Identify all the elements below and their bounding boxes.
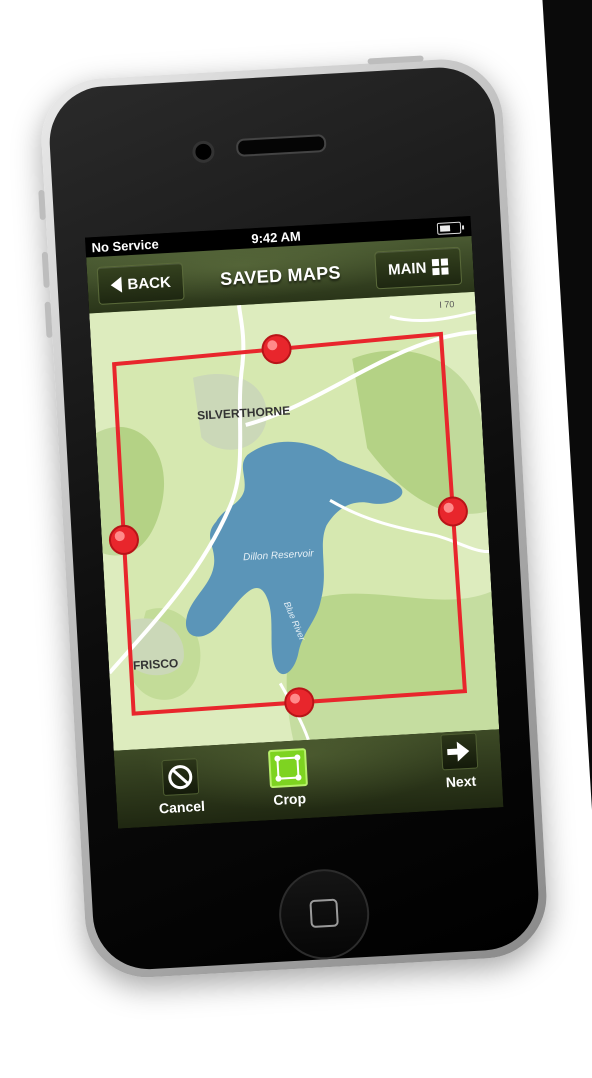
volume-down-button <box>44 301 53 338</box>
volume-up-button <box>41 251 50 288</box>
cancel-button[interactable]: Cancel <box>144 757 217 817</box>
map-canvas: SILVERTHORNE FRISCO Dillon Reservoir Blu… <box>89 291 500 751</box>
crop-handle-bottom[interactable] <box>284 687 315 718</box>
front-camera <box>191 140 216 164</box>
main-label: MAIN <box>387 259 427 279</box>
map-label-frisco: FRISCO <box>133 656 179 673</box>
power-button <box>367 55 424 65</box>
carrier-text: No Service <box>91 236 160 256</box>
next-label: Next <box>445 772 477 791</box>
cancel-label: Cancel <box>158 797 206 817</box>
phone-frame: No Service 9:42 AM BACK SAVED MAPS MAIN <box>38 55 550 981</box>
device-scene: No Service 9:42 AM BACK SAVED MAPS MAIN <box>0 0 592 1040</box>
home-button[interactable] <box>276 866 372 962</box>
crop-handle-right[interactable] <box>437 496 468 527</box>
crop-button[interactable]: Crop <box>252 747 325 809</box>
crop-handle-top[interactable] <box>261 334 292 365</box>
battery-icon <box>436 221 462 235</box>
grid-icon <box>431 258 449 276</box>
crop-label: Crop <box>272 790 307 808</box>
prohibited-icon <box>161 758 200 797</box>
earpiece-speaker <box>235 133 327 157</box>
mute-switch <box>38 189 46 221</box>
main-button[interactable]: MAIN <box>374 246 463 290</box>
next-button[interactable]: Next <box>423 732 496 792</box>
phone-body: No Service 9:42 AM BACK SAVED MAPS MAIN <box>46 64 542 973</box>
arrow-right-icon <box>440 732 479 771</box>
clock-text: 9:42 AM <box>250 228 302 247</box>
crop-handle-left[interactable] <box>108 524 139 555</box>
app-screen: No Service 9:42 AM BACK SAVED MAPS MAIN <box>85 216 504 829</box>
home-square-icon <box>309 898 339 929</box>
map-view[interactable]: SILVERTHORNE FRISCO Dillon Reservoir Blu… <box>89 291 500 751</box>
crop-icon <box>267 748 308 789</box>
